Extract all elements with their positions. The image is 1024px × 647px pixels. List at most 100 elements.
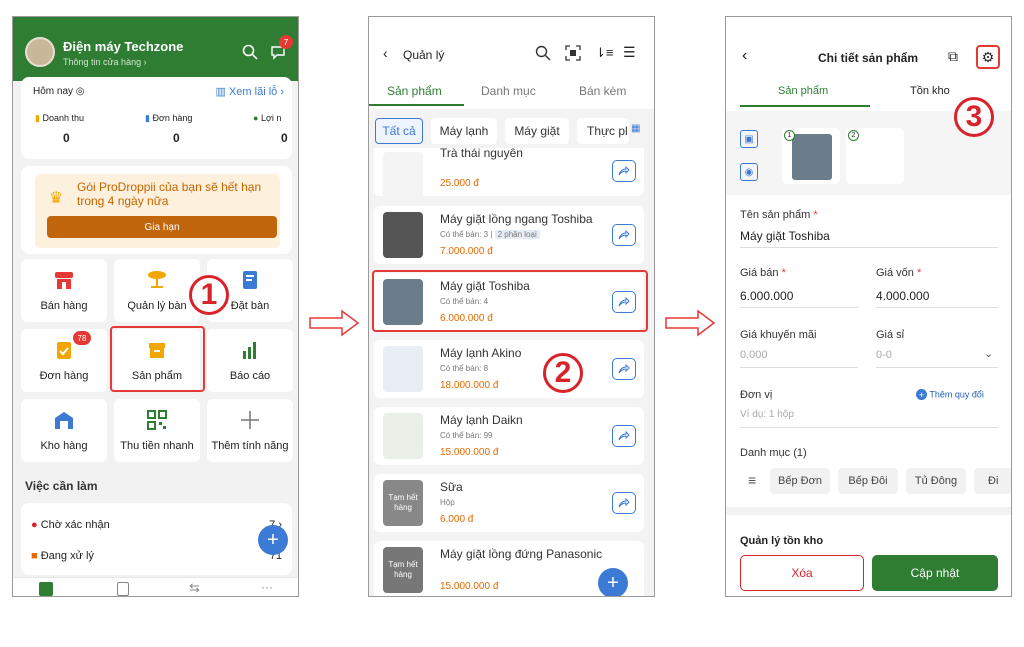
profit-link[interactable]: ▥ Xem lãi lỗ › bbox=[216, 85, 285, 98]
fab-add-button[interactable]: + bbox=[598, 568, 628, 596]
category-label: Danh mục (1) bbox=[740, 447, 807, 459]
fab-add-button[interactable]: + bbox=[258, 525, 288, 555]
copy-icon[interactable]: ⧉ bbox=[948, 48, 958, 65]
settings-icon[interactable]: ⚙ bbox=[976, 45, 1000, 69]
truck-icon: ■ bbox=[31, 550, 38, 562]
product-row[interactable]: Máy giặt lồng ngang Toshiba Có thể bán: … bbox=[374, 206, 644, 264]
category-chip[interactable]: Bếp Đơn bbox=[770, 468, 830, 494]
chip-tat-ca[interactable]: Tất cả bbox=[375, 118, 423, 144]
today-label[interactable]: Hôm nay ◎ bbox=[33, 86, 85, 97]
tile-kho-hang[interactable]: Kho hàng bbox=[21, 399, 107, 462]
chart-icon: ▥ bbox=[215, 86, 226, 98]
highlight-san-pham bbox=[110, 326, 205, 392]
tab-san-pham[interactable]: Sản phẩm bbox=[778, 85, 828, 97]
category-chip[interactable]: Bếp Đôi bbox=[838, 468, 898, 494]
clipboard-icon bbox=[21, 339, 107, 361]
avatar[interactable] bbox=[25, 37, 55, 67]
home-icon[interactable] bbox=[39, 582, 53, 596]
crown-icon: ♛ bbox=[49, 190, 64, 207]
drag-handle-icon[interactable]: ≡ bbox=[748, 472, 756, 488]
callout-2: 2 bbox=[543, 353, 583, 393]
store-nav-icon[interactable] bbox=[117, 582, 129, 596]
callout-3: 3 bbox=[954, 97, 994, 137]
share-icon[interactable] bbox=[612, 492, 636, 514]
promo-price-input[interactable]: 0.000 bbox=[740, 349, 768, 361]
variant-tag: 2 phân loại bbox=[494, 230, 540, 239]
chip-may-giat[interactable]: Máy giặt bbox=[505, 118, 569, 144]
tab-ban-kem[interactable]: Bán kèm bbox=[579, 84, 626, 98]
tile-bao-cao[interactable]: Báo cáo bbox=[207, 329, 293, 392]
sort-icon[interactable]: ⇂≡ bbox=[595, 45, 613, 61]
product-row[interactable]: Máy lạnh Daikn Có thể bán: 99 15.000.000… bbox=[374, 407, 644, 465]
profit-icon: ● bbox=[253, 113, 259, 123]
store-header: Điện máy Techzone Thông tin cửa hàng › 7 bbox=[13, 17, 298, 81]
wholesale-input[interactable]: 0-0 bbox=[876, 349, 892, 361]
renew-button[interactable]: Gia hạn bbox=[47, 216, 277, 238]
share-icon[interactable] bbox=[612, 425, 636, 447]
unit-input[interactable]: Ví dụ: 1 hộp bbox=[740, 409, 794, 420]
product-row[interactable]: Trà thái nguyên 25.000 đ bbox=[374, 146, 644, 198]
inventory-title: Quản lý tồn kho bbox=[740, 535, 824, 547]
stat-profit: ● Lợi n bbox=[253, 113, 282, 123]
tile-thu-tien-nhanh[interactable]: Thu tiền nhanh bbox=[114, 399, 200, 462]
barcode-icon[interactable] bbox=[565, 45, 581, 61]
todo-processing[interactable]: ■ Đang xử lý bbox=[31, 550, 94, 562]
tab-danh-muc[interactable]: Danh mục bbox=[481, 84, 536, 98]
search-icon[interactable] bbox=[241, 43, 259, 61]
qr-icon bbox=[114, 409, 200, 431]
out-of-stock-overlay: Tạm hết hàng bbox=[383, 480, 423, 526]
update-button[interactable]: Cập nhật bbox=[872, 555, 998, 591]
tile-don-hang[interactable]: 78 Đơn hàng bbox=[21, 329, 107, 392]
search-icon[interactable] bbox=[535, 45, 551, 61]
tab-san-pham[interactable]: Sản phẩm bbox=[387, 84, 442, 98]
camera-icon[interactable]: ◉ bbox=[740, 163, 758, 181]
chip-thuc-pham[interactable]: Thực pl bbox=[577, 118, 629, 144]
chip-may-lanh[interactable]: Máy lạnh bbox=[431, 118, 497, 144]
back-icon[interactable]: ‹ bbox=[742, 47, 747, 65]
todo-title: Việc cần làm bbox=[25, 479, 98, 493]
price-input[interactable]: 6.000.000 bbox=[740, 289, 793, 303]
stat-profit-value: 0 bbox=[281, 131, 288, 145]
notification-badge: 7 bbox=[279, 35, 293, 49]
tile-quan-ly-ban[interactable]: Quản lý bàn bbox=[114, 259, 200, 322]
delete-button[interactable]: Xóa bbox=[740, 555, 864, 591]
swap-icon[interactable]: ⇆ bbox=[189, 580, 200, 596]
tile-them-tinh-nang[interactable]: Thêm tính năng bbox=[207, 399, 293, 462]
category-chip[interactable]: Đi bbox=[974, 468, 1011, 494]
add-conversion-link[interactable]: + Thêm quy đổi bbox=[916, 389, 984, 400]
tile-ban-hang[interactable]: Bán hàng bbox=[21, 259, 107, 322]
stat-orders-value: 0 bbox=[173, 131, 180, 145]
cost-input[interactable]: 4.000.000 bbox=[876, 289, 929, 303]
bottom-nav: ⇆ ··· bbox=[13, 577, 298, 596]
todo-pending[interactable]: ● Chờ xác nhận bbox=[31, 519, 110, 531]
share-icon[interactable] bbox=[612, 160, 636, 182]
stat-orders: ▮ Đơn hàng bbox=[145, 113, 193, 123]
arrow-right-icon bbox=[308, 308, 360, 338]
share-icon[interactable] bbox=[612, 224, 636, 246]
cup-icon bbox=[383, 152, 423, 198]
grid-icon[interactable]: ▦ bbox=[631, 123, 640, 134]
menu-icon[interactable]: ☰ bbox=[623, 44, 636, 61]
back-icon[interactable]: ‹ bbox=[383, 45, 388, 61]
product-image-1[interactable]: 1 bbox=[782, 128, 840, 184]
table-icon bbox=[114, 269, 200, 291]
product-image-2[interactable]: 2 bbox=[846, 128, 904, 184]
product-management-screen: ‹ Quản lý ⇂≡ ☰ Sản phẩm Danh mục Bán kèm… bbox=[368, 16, 655, 597]
product-name-input[interactable]: Máy giặt Toshiba bbox=[740, 229, 830, 243]
product-row[interactable]: Máy lạnh Akino Có thể bán: 8 18.000.000 … bbox=[374, 340, 644, 398]
page-title: Chi tiết sản phẩm bbox=[818, 51, 919, 65]
add-image-icon[interactable]: ▣ bbox=[740, 130, 758, 148]
store-name[interactable]: Điện máy Techzone bbox=[63, 39, 183, 54]
report-icon bbox=[207, 339, 293, 361]
product-row[interactable]: Tạm hết hàng Sữa Hộp 6.000 đ bbox=[374, 474, 644, 532]
cost-label: Giá vốn * bbox=[876, 267, 922, 279]
category-chip[interactable]: Tủ Đông bbox=[906, 468, 966, 494]
share-icon[interactable] bbox=[612, 358, 636, 380]
store-info-link[interactable]: Thông tin cửa hàng › bbox=[63, 57, 147, 67]
orders-badge: 78 bbox=[73, 331, 91, 345]
tab-indicator bbox=[369, 104, 464, 106]
tab-ton-kho[interactable]: Tồn kho bbox=[910, 85, 950, 97]
more-icon[interactable]: ··· bbox=[261, 580, 273, 594]
product-image bbox=[383, 346, 423, 392]
chevron-down-icon[interactable]: ⌄ bbox=[984, 347, 993, 360]
